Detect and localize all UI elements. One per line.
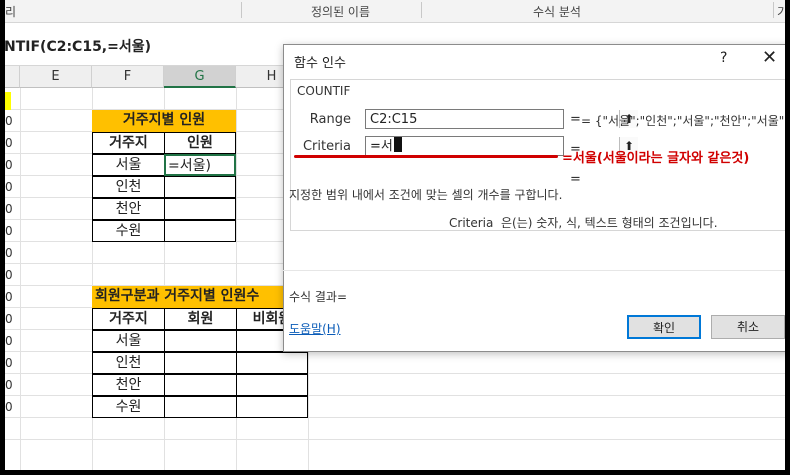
formula-result: 수식 결과=	[289, 290, 348, 304]
row-stub: 0	[5, 158, 13, 172]
annotation-text: =서울(서울이라는 글자와 같은것)	[562, 151, 750, 166]
range-eq: =	[570, 112, 581, 127]
table1-place-cell[interactable]: 천안	[92, 198, 165, 220]
ribbon-fragment-left: 리	[5, 5, 17, 19]
row-stub: 0	[5, 268, 13, 282]
result-eq: =	[570, 172, 581, 187]
cancel-button[interactable]: 취소	[711, 315, 785, 339]
annotation-underline	[294, 155, 558, 158]
table2-value-cell[interactable]	[164, 374, 237, 396]
highlight-fragment	[5, 92, 11, 110]
criteria-value: =서	[370, 139, 393, 154]
criteria-label: Criteria	[302, 139, 351, 154]
table1-value-cell[interactable]	[164, 220, 236, 242]
table2-place-cell[interactable]: 수원	[92, 396, 165, 418]
column-header-f[interactable]: F	[92, 66, 164, 88]
column-header-g[interactable]: G	[164, 66, 236, 88]
table1-value-cell[interactable]	[164, 176, 236, 198]
table2-place-cell[interactable]: 천안	[92, 374, 165, 396]
row-stub: 0	[5, 136, 13, 150]
range-preview: = {"서울";"인천";"서울";"천안";"서울";"수	[581, 114, 785, 128]
ribbon-group-formula-audit[interactable]: 수식 분석	[533, 3, 581, 20]
row-stub: 0	[5, 378, 13, 392]
dialog-divider	[283, 270, 785, 271]
function-description: 지정한 범위 내에서 조건에 맞는 셀의 개수를 구합니다.	[289, 188, 563, 202]
ok-button[interactable]: 확인	[627, 315, 701, 339]
active-cell-g[interactable]: =서울)	[164, 154, 236, 176]
table2-value-cell[interactable]	[164, 330, 237, 352]
row-stub: 0	[5, 400, 13, 414]
help-icon[interactable]: ?	[720, 50, 727, 66]
range-input[interactable]: C2:C15 ⬆	[365, 109, 638, 129]
row-stub: 0	[5, 312, 13, 326]
row-stub: 0	[5, 290, 13, 304]
range-value: C2:C15	[370, 112, 418, 127]
table2-value-cell[interactable]	[164, 352, 237, 374]
ribbon-group-bar: 리 정의된 이름 수식 분석 기	[5, 0, 785, 23]
table2-value-cell[interactable]	[236, 352, 308, 374]
row-stub: 0	[5, 246, 13, 260]
table2-header-place[interactable]: 거주지	[92, 308, 165, 330]
table1-place-cell[interactable]: 인천	[92, 176, 165, 198]
table2-value-cell[interactable]	[236, 396, 308, 418]
argument-help: 은(는) 숫자, 식, 텍스트 형태의 조건입니다.	[501, 216, 718, 230]
dialog-title-bar[interactable]: 함수 인수 ? ✕	[284, 45, 785, 75]
table2-place-cell[interactable]: 서울	[92, 330, 165, 352]
table2-value-cell[interactable]	[164, 396, 237, 418]
row-stub: 0	[5, 114, 13, 128]
table1-title[interactable]: 거주지별 인원	[92, 110, 236, 132]
argument-description: Criteria 은(는) 숫자, 식, 텍스트 형태의 조건입니다.	[449, 214, 718, 231]
close-icon[interactable]: ✕	[762, 47, 777, 68]
table1-header-place[interactable]: 거주지	[92, 132, 165, 154]
table1-place-cell[interactable]: 서울	[92, 154, 165, 176]
column-header-e[interactable]: E	[20, 66, 92, 88]
ribbon-fragment-right: 기	[777, 5, 785, 19]
function-name: COUNTIF	[297, 84, 351, 98]
table2-header-member[interactable]: 회원	[164, 308, 237, 330]
help-link[interactable]: 도움말(H)	[289, 320, 341, 337]
table1-header-count[interactable]: 인원	[164, 132, 236, 154]
table2-title[interactable]: 회원구분과 거주지별 인원수	[92, 286, 308, 308]
row-stub: 0	[5, 180, 13, 194]
table2-place-cell[interactable]: 인천	[92, 352, 165, 374]
table1-place-cell[interactable]: 수원	[92, 220, 165, 242]
criteria-input[interactable]: =서 ⬆	[365, 136, 638, 156]
column-header-d[interactable]	[5, 66, 20, 88]
argument-name: Criteria	[449, 216, 494, 230]
range-label: Range	[309, 112, 351, 127]
formula-text[interactable]: NTIF(C2:C15,=서울)	[5, 36, 151, 56]
table2-value-cell[interactable]	[236, 374, 308, 396]
text-cursor	[393, 137, 402, 152]
dialog-title: 함수 인수	[294, 56, 346, 71]
row-stub: 0	[5, 202, 13, 216]
spreadsheet-window: 리 정의된 이름 수식 분석 기 NTIF(C2:C15,=서울) E F G …	[5, 0, 785, 470]
row-stub: 0	[5, 224, 13, 238]
ribbon-group-defined-names[interactable]: 정의된 이름	[311, 3, 370, 20]
row-stub: 0	[5, 334, 13, 348]
row-stub: 0	[5, 356, 13, 370]
table1-value-cell[interactable]	[164, 198, 236, 220]
